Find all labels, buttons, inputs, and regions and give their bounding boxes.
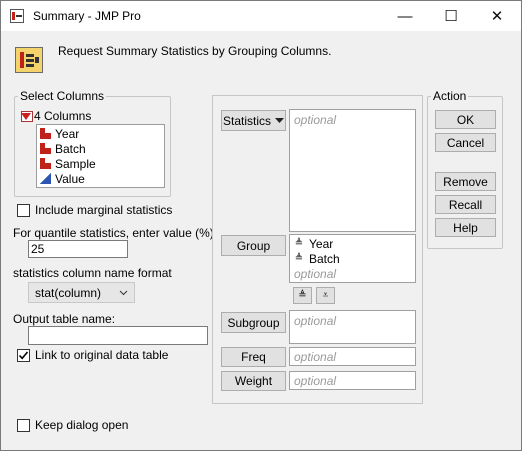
group-button-label: Group [236, 238, 271, 253]
include-marginal-label: Include marginal statistics [35, 203, 173, 217]
action-legend: Action [433, 89, 467, 103]
column-list[interactable]: Year Batch Sample Value [36, 124, 165, 188]
nominal-column-icon [40, 128, 51, 139]
minimize-button[interactable]: — [382, 1, 428, 31]
freq-dropzone[interactable]: optional [289, 347, 416, 366]
ordinal-icon: ≜ [294, 238, 304, 249]
column-item-label: Year [55, 126, 80, 141]
weight-dropzone[interactable]: optional [289, 371, 416, 390]
red-triangle-menu-icon[interactable] [20, 110, 33, 122]
summary-dialog: Summary - JMP Pro — ☐ ✕ Request Summary … [0, 0, 522, 451]
cancel-button[interactable]: Cancel [435, 133, 496, 152]
freq-button-label: Freq [241, 350, 266, 364]
columns-count-menu[interactable]: 4 Columns [20, 109, 92, 123]
ordinal-icon: ≜ [294, 253, 304, 264]
column-item[interactable]: Value [40, 171, 85, 186]
maximize-button[interactable]: ☐ [428, 1, 474, 31]
column-item-label: Batch [55, 141, 86, 156]
group-dropzone[interactable]: ≜ Year ≜ Batch optional [289, 234, 416, 283]
header-description: Request Summary Statistics by Grouping C… [58, 44, 332, 58]
output-table-label: Output table name: [13, 312, 116, 326]
subgroup-optional-hint: optional [294, 314, 337, 328]
column-item[interactable]: Batch [40, 141, 86, 156]
statistics-optional-hint: optional [294, 113, 337, 127]
continuous-column-icon [40, 173, 51, 184]
move-down-button[interactable]: ⩡ [316, 287, 335, 304]
columns-count-label: 4 Columns [34, 109, 92, 123]
quantile-input[interactable] [28, 240, 128, 258]
subgroup-dropzone[interactable]: optional [289, 310, 416, 344]
title-bar[interactable]: Summary - JMP Pro — ☐ ✕ [1, 1, 521, 31]
weight-button-label: Weight [234, 374, 273, 388]
group-item-label: Year [309, 236, 334, 251]
ok-button[interactable]: OK [435, 110, 496, 129]
statistics-button-label: Statistics [222, 113, 271, 128]
window-title: Summary - JMP Pro [33, 9, 141, 23]
help-button[interactable]: Help [435, 218, 496, 237]
quantile-label: For quantile statistics, enter value (%) [13, 226, 214, 240]
link-original-checkbox[interactable] [17, 349, 30, 362]
weight-button[interactable]: Weight [221, 371, 286, 391]
recall-button[interactable]: Recall [435, 195, 496, 214]
column-item[interactable]: Year [40, 126, 79, 141]
jmp-app-icon [10, 9, 24, 23]
subgroup-button[interactable]: Subgroup [221, 312, 286, 333]
weight-optional-hint: optional [294, 374, 337, 388]
group-optional-row: optional [294, 266, 411, 281]
move-up-icon: ≜ [298, 290, 307, 301]
include-marginal-checkbox[interactable] [17, 204, 30, 217]
move-up-button[interactable]: ≜ [293, 287, 312, 304]
name-format-select[interactable]: stat(column) [28, 282, 135, 303]
nominal-column-icon [40, 158, 51, 169]
group-item[interactable]: ≜ Batch [294, 251, 411, 266]
column-item-label: Sample [55, 156, 96, 171]
name-format-label: statistics column name format [13, 266, 172, 280]
freq-button[interactable]: Freq [221, 347, 286, 367]
group-optional-hint: optional [294, 266, 337, 281]
group-button[interactable]: Group [221, 235, 286, 256]
keep-open-label: Keep dialog open [35, 418, 129, 432]
link-original-label: Link to original data table [35, 348, 169, 362]
nominal-column-icon [40, 143, 51, 154]
keep-open-checkbox[interactable] [17, 419, 30, 432]
dropdown-arrow-icon [275, 117, 284, 123]
checkmark-icon [18, 351, 29, 360]
chevron-down-icon [119, 290, 128, 295]
group-item[interactable]: ≜ Year [294, 236, 411, 251]
select-columns-legend: Select Columns [20, 89, 105, 103]
group-item-label: Batch [309, 251, 340, 266]
subgroup-button-label: Subgroup [227, 315, 280, 330]
column-item-label: Value [55, 171, 85, 186]
move-down-icon: ⩡ [322, 290, 329, 301]
remove-button[interactable]: Remove [435, 172, 496, 191]
summary-platform-icon [15, 47, 43, 73]
statistics-dropzone[interactable]: optional [289, 109, 416, 232]
name-format-value: stat(column) [35, 285, 102, 300]
column-item[interactable]: Sample [40, 156, 96, 171]
output-table-input[interactable] [28, 326, 208, 345]
close-button[interactable]: ✕ [474, 1, 520, 31]
freq-optional-hint: optional [294, 350, 337, 364]
statistics-button[interactable]: Statistics [221, 110, 286, 131]
